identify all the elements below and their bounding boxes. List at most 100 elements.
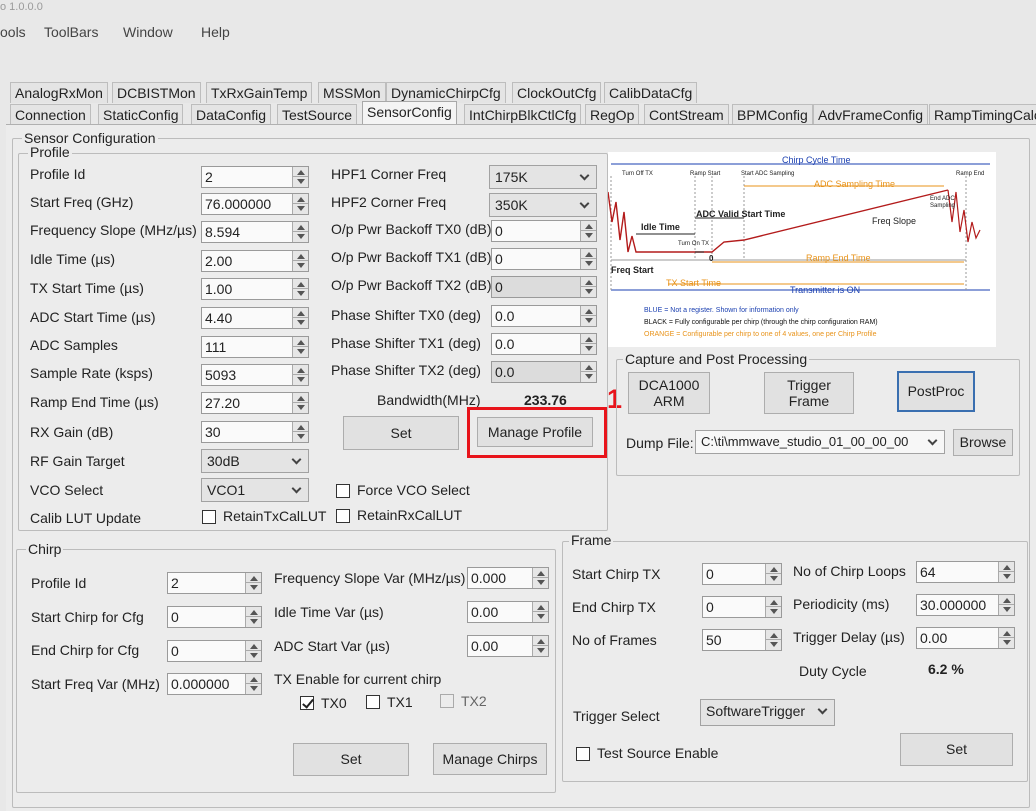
adc-start-var-input[interactable]: 0.00 — [467, 635, 549, 657]
sample-rate-input[interactable]: 5093 — [201, 364, 309, 386]
freq-slope-input[interactable]: 8.594 — [201, 221, 309, 243]
phase-shifter-tx0-input[interactable]: 0.0 — [491, 305, 597, 327]
tx2-checkbox[interactable] — [440, 694, 454, 708]
rx-gain-input[interactable]: 30 — [201, 421, 309, 443]
tab-connection[interactable]: Connection — [10, 104, 91, 125]
retain-rx-checkbox[interactable] — [336, 509, 350, 523]
menu-toolbars[interactable]: ToolBars — [44, 24, 98, 40]
start-chirp-cfg-input[interactable]: 0 — [167, 606, 262, 628]
adc-samples-spinner[interactable] — [292, 337, 308, 357]
trigger-delay-spinner[interactable] — [998, 628, 1014, 648]
tab-advframeconfig[interactable]: AdvFrameConfig — [813, 104, 929, 125]
pwr-backoff-tx1-input[interactable]: 0 — [491, 248, 597, 270]
chirp-loops-input[interactable]: 64 — [916, 561, 1015, 583]
tab-staticconfig[interactable]: StaticConfig — [98, 104, 184, 125]
chirp-profile-id-spinner[interactable] — [245, 573, 261, 593]
periodicity-spinner[interactable] — [998, 595, 1014, 615]
tab-intchirpblkctlcfg[interactable]: IntChirpBlkCtlCfg — [464, 104, 582, 125]
tx1-checkbox[interactable] — [366, 695, 380, 709]
start-freq-input[interactable]: 76.000000 — [201, 193, 309, 215]
no-of-frames-spinner[interactable] — [765, 630, 781, 650]
no-of-frames-input[interactable]: 50 — [702, 629, 782, 651]
ramp-end-time-input[interactable]: 27.20 — [201, 392, 309, 414]
hpf2-select[interactable]: 350K — [489, 193, 597, 217]
tab-dynamicchirpcfg[interactable]: DynamicChirpCfg — [386, 82, 506, 103]
tab-sensorconfig[interactable]: SensorConfig — [362, 101, 457, 125]
trigger-delay-input[interactable]: 0.00 — [916, 627, 1015, 649]
menu-help[interactable]: Help — [201, 24, 230, 40]
pwr-backoff-tx0-spinner[interactable] — [580, 221, 596, 241]
start-chirp-cfg-spinner[interactable] — [245, 607, 261, 627]
tab-mssmon[interactable]: MSSMon — [318, 82, 386, 103]
periodicity-input[interactable]: 30.000000 — [916, 594, 1015, 616]
hpf1-select[interactable]: 175K — [489, 165, 597, 189]
tab-dataconfig[interactable]: DataConfig — [191, 104, 272, 125]
tab-analogrxmon[interactable]: AnalogRxMon — [10, 82, 108, 103]
tab-dcbistmon[interactable]: DCBISTMon — [112, 82, 201, 103]
chirp-loops-spinner[interactable] — [998, 562, 1014, 582]
tab-bpmconfig[interactable]: BPMConfig — [732, 104, 813, 125]
tab-txrxgaintemp[interactable]: TxRxGainTemp — [206, 82, 313, 103]
tab-testsource[interactable]: TestSource — [277, 104, 358, 125]
rf-gain-target-select[interactable]: 30dB — [201, 449, 309, 473]
pwr-backoff-tx2-input[interactable]: 0 — [491, 276, 597, 298]
phase-shifter-tx0-spinner[interactable] — [580, 306, 596, 326]
browse-button[interactable]: Browse — [953, 429, 1013, 456]
pwr-backoff-tx0-input[interactable]: 0 — [491, 220, 597, 242]
tab-calibdatacfg[interactable]: CalibDataCfg — [604, 82, 698, 103]
chirp-profile-id-input[interactable]: 2 — [167, 572, 262, 594]
manage-chirps-button[interactable]: Manage Chirps — [433, 743, 547, 775]
force-vco-checkbox[interactable] — [336, 484, 350, 498]
chirp-set-button[interactable]: Set — [293, 743, 409, 776]
end-chirp-cfg-input[interactable]: 0 — [167, 640, 262, 662]
freq-slope-var-spinner[interactable] — [532, 568, 548, 588]
freq-slope-var-input[interactable]: 0.000 — [467, 567, 549, 589]
tab-contstream[interactable]: ContStream — [644, 104, 729, 125]
rx-gain-spinner[interactable] — [292, 422, 308, 442]
freq-slope-spinner[interactable] — [292, 222, 308, 242]
end-chirp-tx-spinner[interactable] — [765, 597, 781, 617]
start-freq-var-spinner[interactable] — [245, 674, 261, 694]
phase-shifter-tx1-spinner[interactable] — [580, 334, 596, 354]
tx-start-time-input[interactable]: 1.00 — [201, 278, 309, 300]
frame-set-button[interactable]: Set — [900, 733, 1013, 766]
idle-time-var-spinner[interactable] — [532, 602, 548, 622]
pwr-backoff-tx1-spinner[interactable] — [580, 249, 596, 269]
test-source-checkbox[interactable] — [576, 747, 590, 761]
profile-id-input[interactable]: 2 — [201, 166, 309, 188]
start-chirp-tx-input[interactable]: 0 — [702, 563, 782, 585]
phase-shifter-tx2-spinner[interactable] — [580, 362, 596, 382]
end-chirp-cfg-spinner[interactable] — [245, 641, 261, 661]
start-freq-var-input[interactable]: 0.000000 — [167, 673, 262, 695]
pwr-backoff-tx2-spinner[interactable] — [580, 277, 596, 297]
menu-tools[interactable]: ools — [0, 24, 26, 40]
phase-shifter-tx1-input[interactable]: 0.0 — [491, 333, 597, 355]
profile-id-spinner[interactable] — [292, 167, 308, 187]
tab-regop[interactable]: RegOp — [585, 104, 640, 125]
idle-time-var-input[interactable]: 0.00 — [467, 601, 549, 623]
start-freq-spinner[interactable] — [292, 194, 308, 214]
menu-window[interactable]: Window — [123, 24, 173, 40]
idle-time-input[interactable]: 2.00 — [201, 250, 309, 272]
start-chirp-tx-spinner[interactable] — [765, 564, 781, 584]
dump-file-select[interactable]: C:\ti\mmwave_studio_01_00_00_00 — [695, 430, 945, 454]
vco-select[interactable]: VCO1 — [201, 478, 309, 502]
trigger-select[interactable]: SoftwareTrigger — [700, 699, 835, 726]
tx-start-time-spinner[interactable] — [292, 279, 308, 299]
adc-start-time-spinner[interactable] — [292, 308, 308, 328]
adc-samples-input[interactable]: 111 — [201, 336, 309, 358]
trigger-frame-button[interactable]: Trigger Frame — [764, 372, 854, 414]
sample-rate-spinner[interactable] — [292, 365, 308, 385]
adc-start-time-input[interactable]: 4.40 — [201, 307, 309, 329]
ramp-end-time-spinner[interactable] — [292, 393, 308, 413]
tab-ramptimingcalc[interactable]: RampTimingCalc — [929, 104, 1036, 125]
profile-set-button[interactable]: Set — [343, 416, 459, 450]
retain-tx-checkbox[interactable] — [202, 510, 216, 524]
phase-shifter-tx2-input[interactable]: 0.0 — [491, 361, 597, 383]
idle-time-spinner[interactable] — [292, 251, 308, 271]
postproc-button[interactable]: PostProc — [897, 371, 975, 412]
end-chirp-tx-input[interactable]: 0 — [702, 596, 782, 618]
adc-start-var-spinner[interactable] — [532, 636, 548, 656]
tab-clockoutcfg[interactable]: ClockOutCfg — [512, 82, 602, 103]
dca1000-arm-button[interactable]: DCA1000 ARM — [628, 372, 710, 414]
